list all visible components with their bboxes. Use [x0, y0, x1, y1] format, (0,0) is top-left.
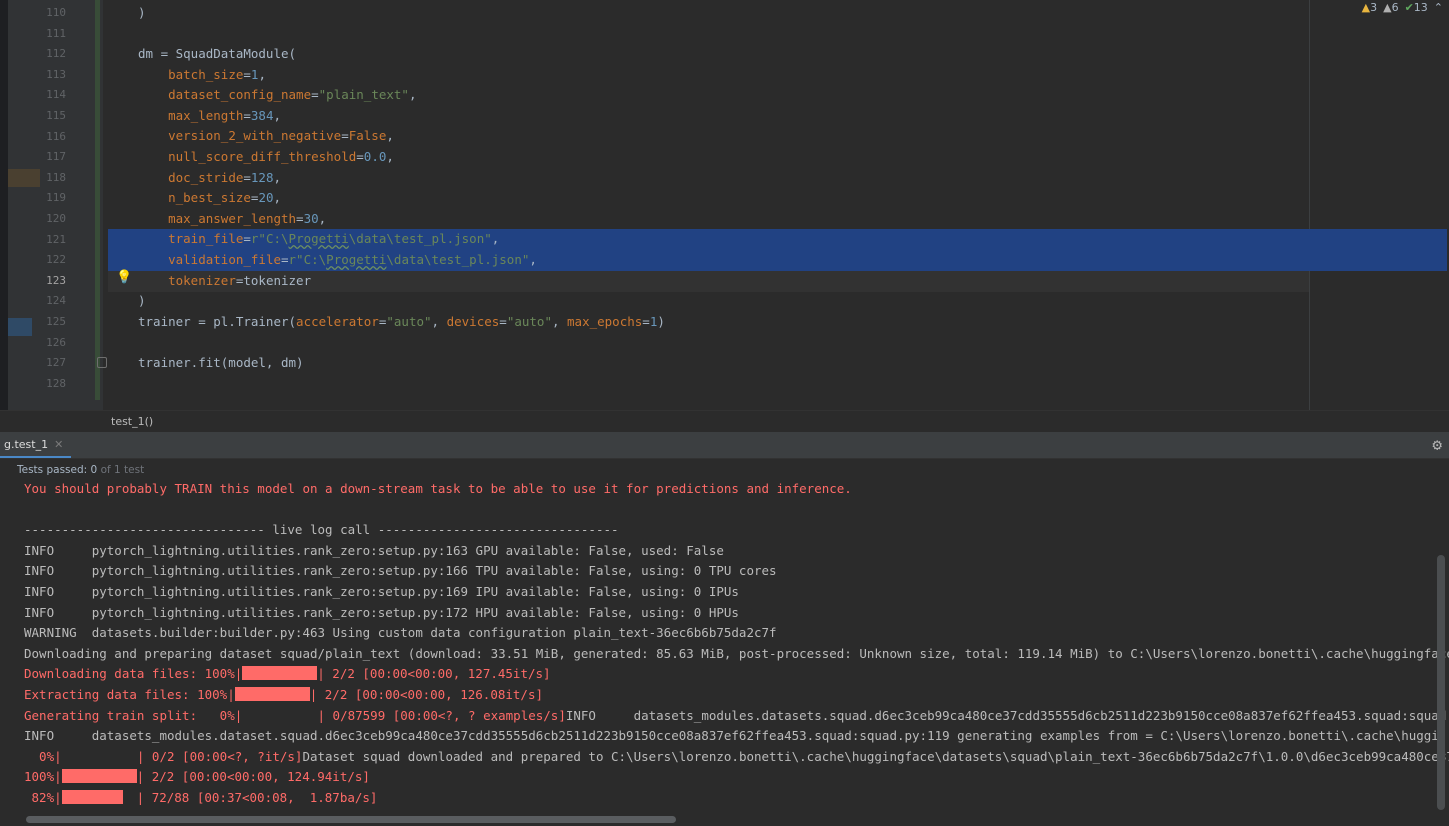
horizontal-scrollbar[interactable] [26, 816, 676, 823]
line-number[interactable]: 122 [40, 250, 66, 271]
code-editor[interactable]: 110 111 112 113 114 115 116 117 118 119 120 121 122 1… [0, 0, 1449, 432]
fold-marker-icon[interactable] [97, 357, 107, 368]
console-progress-line: 100%| | 2/2 [00:00<00:00, 124.94it/s] [24, 769, 370, 784]
gutter-highlight [8, 318, 32, 336]
check-icon: ✔ [1404, 1, 1414, 14]
code-line[interactable]: trainer.fit(model, dm) [108, 353, 1309, 374]
test-status-bar: Tests passed: 0 of 1 test [0, 459, 1449, 481]
line-number[interactable]: 119 [40, 188, 66, 209]
progress-bar [242, 666, 318, 680]
console-progress-line: 0%| | 0/2 [00:00<?, ?it/s]Dataset squad … [24, 749, 1449, 764]
line-number[interactable]: 113 [40, 65, 66, 86]
warning-icon: ▲ [1361, 1, 1371, 14]
console-line: INFO datasets_modules.dataset.squad.d6ec… [24, 728, 1439, 743]
line-number[interactable]: 127 [40, 353, 66, 374]
console-output[interactable]: You should probably TRAIN this model on … [0, 481, 1449, 816]
code-line[interactable]: null_score_diff_threshold=0.0, [108, 147, 1309, 168]
breadcrumb[interactable]: test_1() [111, 415, 153, 428]
code-line[interactable]: dataset_config_name="plain_text", [108, 85, 1309, 106]
line-number[interactable]: 121 [40, 230, 66, 251]
console-line: Downloading and preparing dataset squad/… [24, 646, 1449, 661]
close-icon[interactable]: ✕ [54, 438, 63, 451]
code-line[interactable]: dm = SquadDataModule( [108, 44, 1309, 65]
tool-window-stripe [0, 0, 8, 432]
console-line: You should probably TRAIN this model on … [24, 481, 852, 496]
console-line: WARNING datasets.builder:builder.py:463 … [24, 625, 777, 640]
console-line: INFO pytorch_lightning.utilities.rank_ze… [24, 563, 777, 578]
tab-label: g.test_1 [4, 437, 49, 451]
code-line[interactable]: max_answer_length=30, [108, 209, 1309, 230]
breadcrumb-bar: test_1() [0, 410, 1449, 432]
gutter-highlight [8, 169, 40, 187]
run-tab-bar: g.test_1 ✕ ⚙ [0, 432, 1449, 459]
code-line[interactable]: n_best_size=20, [108, 188, 1309, 209]
code-line-current[interactable]: tokenizer=tokenizer [108, 271, 1309, 292]
console-line: INFO pytorch_lightning.utilities.rank_ze… [24, 605, 739, 620]
code-line-selected[interactable]: train_file=r"C:\Progetti\data\test_pl.js… [108, 229, 1447, 250]
line-number[interactable]: 110 [40, 3, 66, 24]
code-line[interactable]: batch_size=1, [108, 65, 1309, 86]
line-number[interactable]: 115 [40, 106, 66, 127]
code-line[interactable]: version_2_with_negative=False, [108, 126, 1309, 147]
progress-bar [61, 790, 123, 804]
console-progress-line: Generating train split: 0%| | 0/87599 [0… [24, 708, 1447, 723]
console-progress-line: Extracting data files: 100%| | 2/2 [00:00… [24, 687, 544, 702]
line-number[interactable]: 120 [40, 209, 66, 230]
code-line[interactable]: ) [108, 291, 1309, 312]
line-number[interactable]: 114 [40, 85, 66, 106]
progress-bar [234, 687, 310, 701]
code-line[interactable]: trainer = pl.Trainer(accelerator="auto",… [108, 312, 1309, 333]
code-line-selected[interactable]: validation_file=r"C:\Progetti\data\test_… [108, 250, 1447, 271]
gear-icon[interactable]: ⚙ [1432, 435, 1442, 454]
tests-status: Tests passed: 0 of 1 test [17, 464, 145, 476]
vcs-change-marker[interactable] [95, 0, 100, 400]
line-number[interactable]: 123 [40, 271, 66, 292]
console-line: INFO pytorch_lightning.utilities.rank_ze… [24, 584, 739, 599]
line-number[interactable]: 128 [40, 374, 66, 395]
console-progress-line: Downloading data files: 100%| | 2/2 [00:0… [24, 666, 551, 681]
code-line[interactable]: max_length=384, [108, 106, 1309, 127]
chevron-up-icon[interactable]: ⌃ [1434, 1, 1443, 14]
weak-warning-icon: ▲ [1383, 1, 1392, 14]
horizontal-scrollbar-track[interactable] [0, 814, 1449, 826]
tab-run-config[interactable]: g.test_1 ✕ [0, 432, 72, 458]
lightbulb-icon[interactable]: 💡 [116, 271, 132, 284]
line-number[interactable]: 111 [40, 24, 66, 45]
line-number[interactable]: 126 [40, 333, 66, 354]
inspection-widget[interactable]: ▲3 ▲6 ✔13 ⌃ [1362, 1, 1443, 14]
line-number[interactable]: 125 [40, 312, 66, 333]
code-line[interactable]: doc_stride=128, [108, 168, 1309, 189]
console-line: INFO pytorch_lightning.utilities.rank_ze… [24, 543, 724, 558]
line-number[interactable]: 117 [40, 147, 66, 168]
console-progress-line: 82%| | 72/88 [00:37<00:08, 1.87ba/s] [24, 790, 378, 805]
line-number[interactable]: 116 [40, 127, 66, 148]
line-number[interactable]: 118 [40, 168, 66, 189]
right-margin-guide [1309, 0, 1310, 410]
vertical-scrollbar[interactable] [1437, 555, 1445, 810]
code-line[interactable]: ) [108, 3, 1309, 24]
line-number[interactable]: 112 [40, 44, 66, 65]
line-number[interactable]: 124 [40, 291, 66, 312]
progress-bar [61, 769, 137, 783]
console-line: -------------------------------- live lo… [24, 522, 619, 537]
